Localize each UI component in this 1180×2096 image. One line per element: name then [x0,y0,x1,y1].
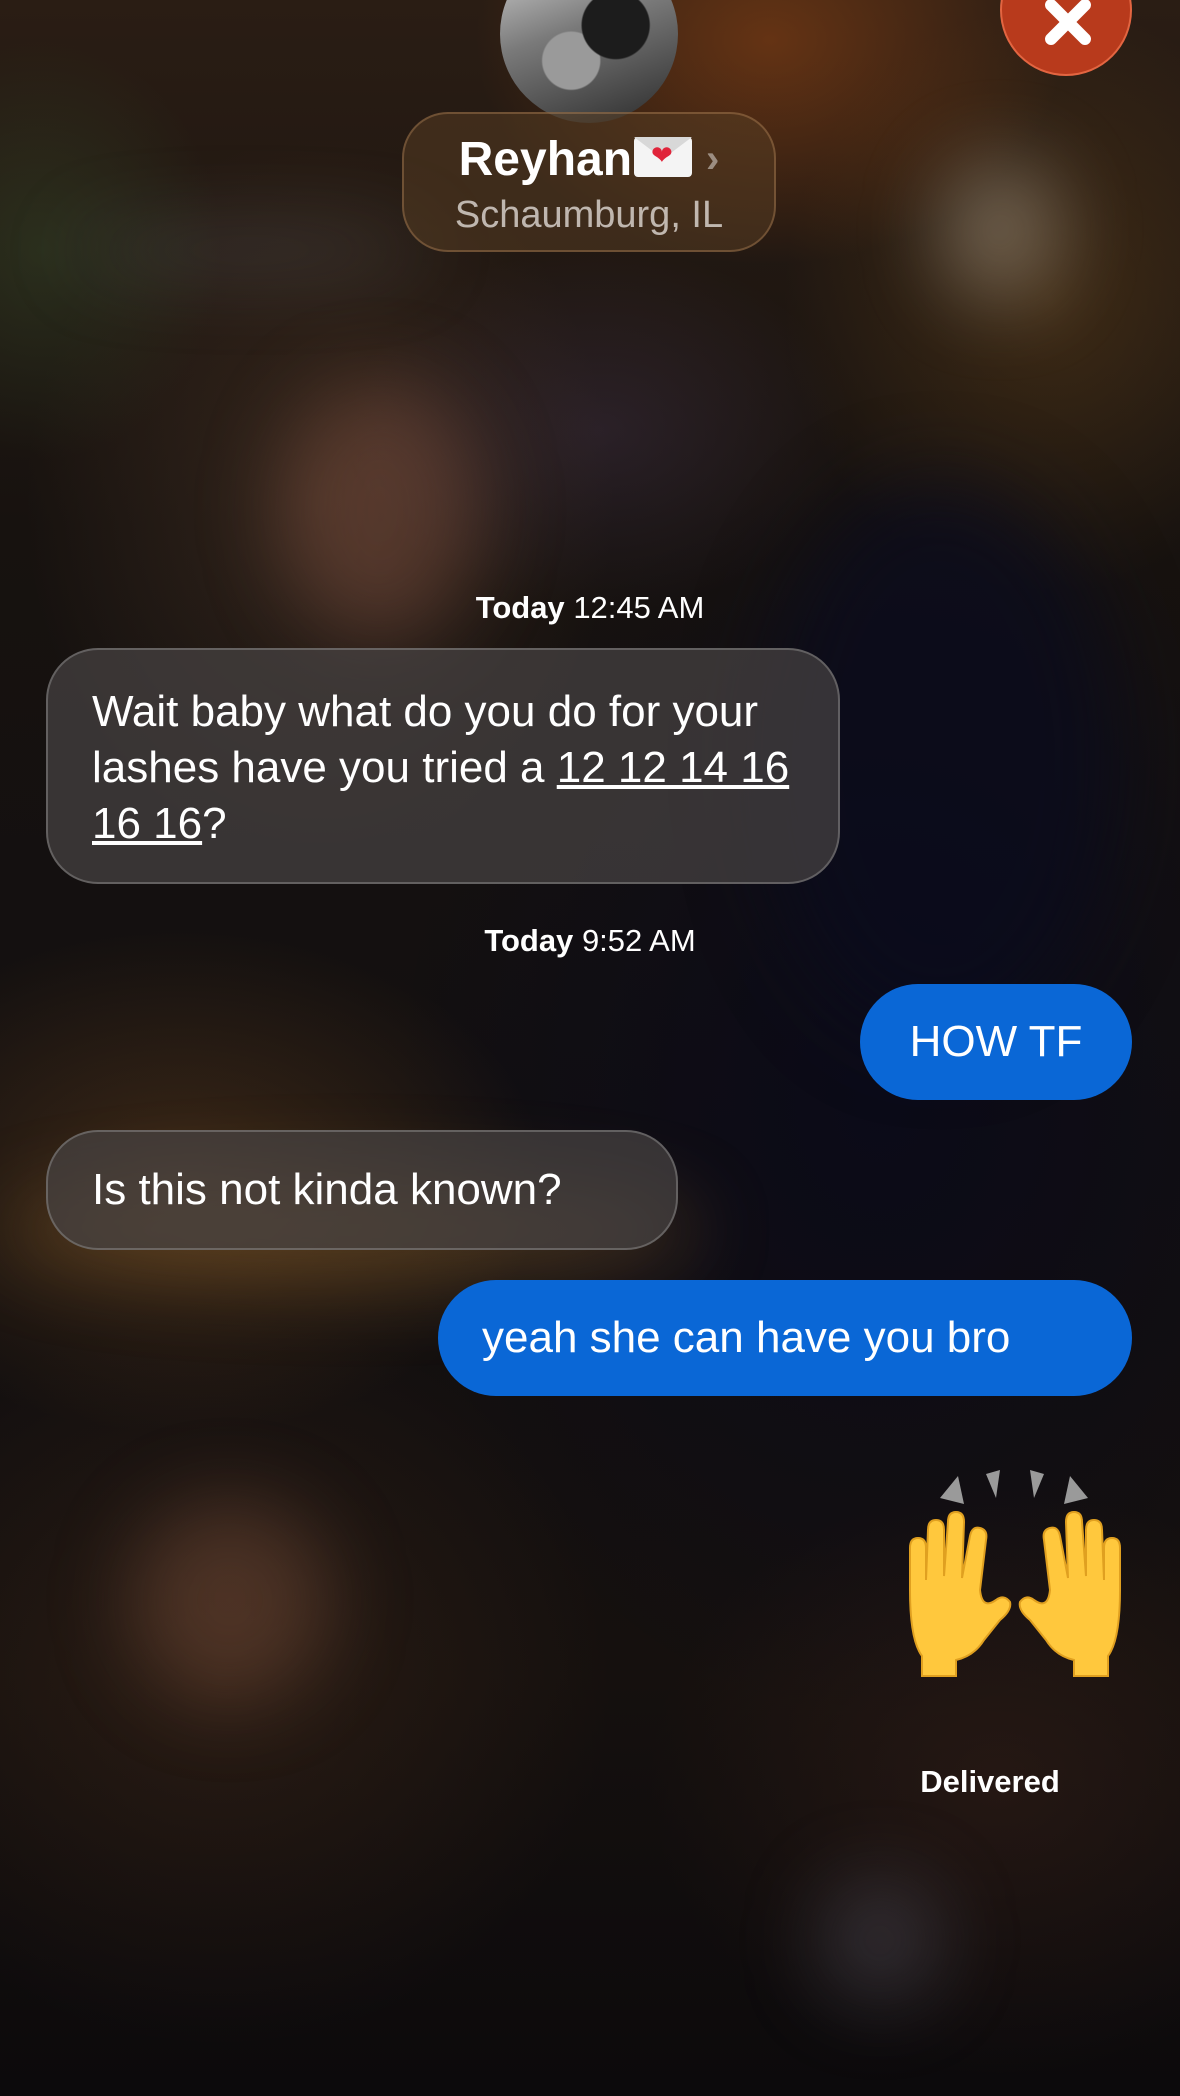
message-bubble-received[interactable]: Is this not kinda known? [46,1130,678,1268]
message-bubble-sent[interactable]: HOW TF [860,984,1132,1118]
timestamp: Today 9:52 AM [484,923,696,958]
contact-header[interactable]: Reyhan › Schaumburg, IL [402,112,776,252]
timestamp: Today 12:45 AM [475,590,705,625]
message-bubble-received[interactable]: Wait baby what do you do for your lashes… [46,648,840,902]
contact-name-row: Reyhan › [404,132,774,187]
message-text: Is this not kinda known? [92,1165,562,1214]
delivery-status: Delivered [920,1764,1060,1799]
contact-name: Reyhan [458,133,633,186]
message-text: HOW TF [909,1017,1083,1066]
contact-location: Schaumburg, IL [454,194,724,236]
raised-hands-emoji[interactable] [900,1470,1130,1680]
message-text: yeah she can have you bro [482,1313,1011,1362]
chevron-right-icon: › [706,137,720,181]
envelope-heart-icon [634,137,693,177]
message-bubble-sent[interactable]: yeah she can have you bro [438,1280,1132,1414]
